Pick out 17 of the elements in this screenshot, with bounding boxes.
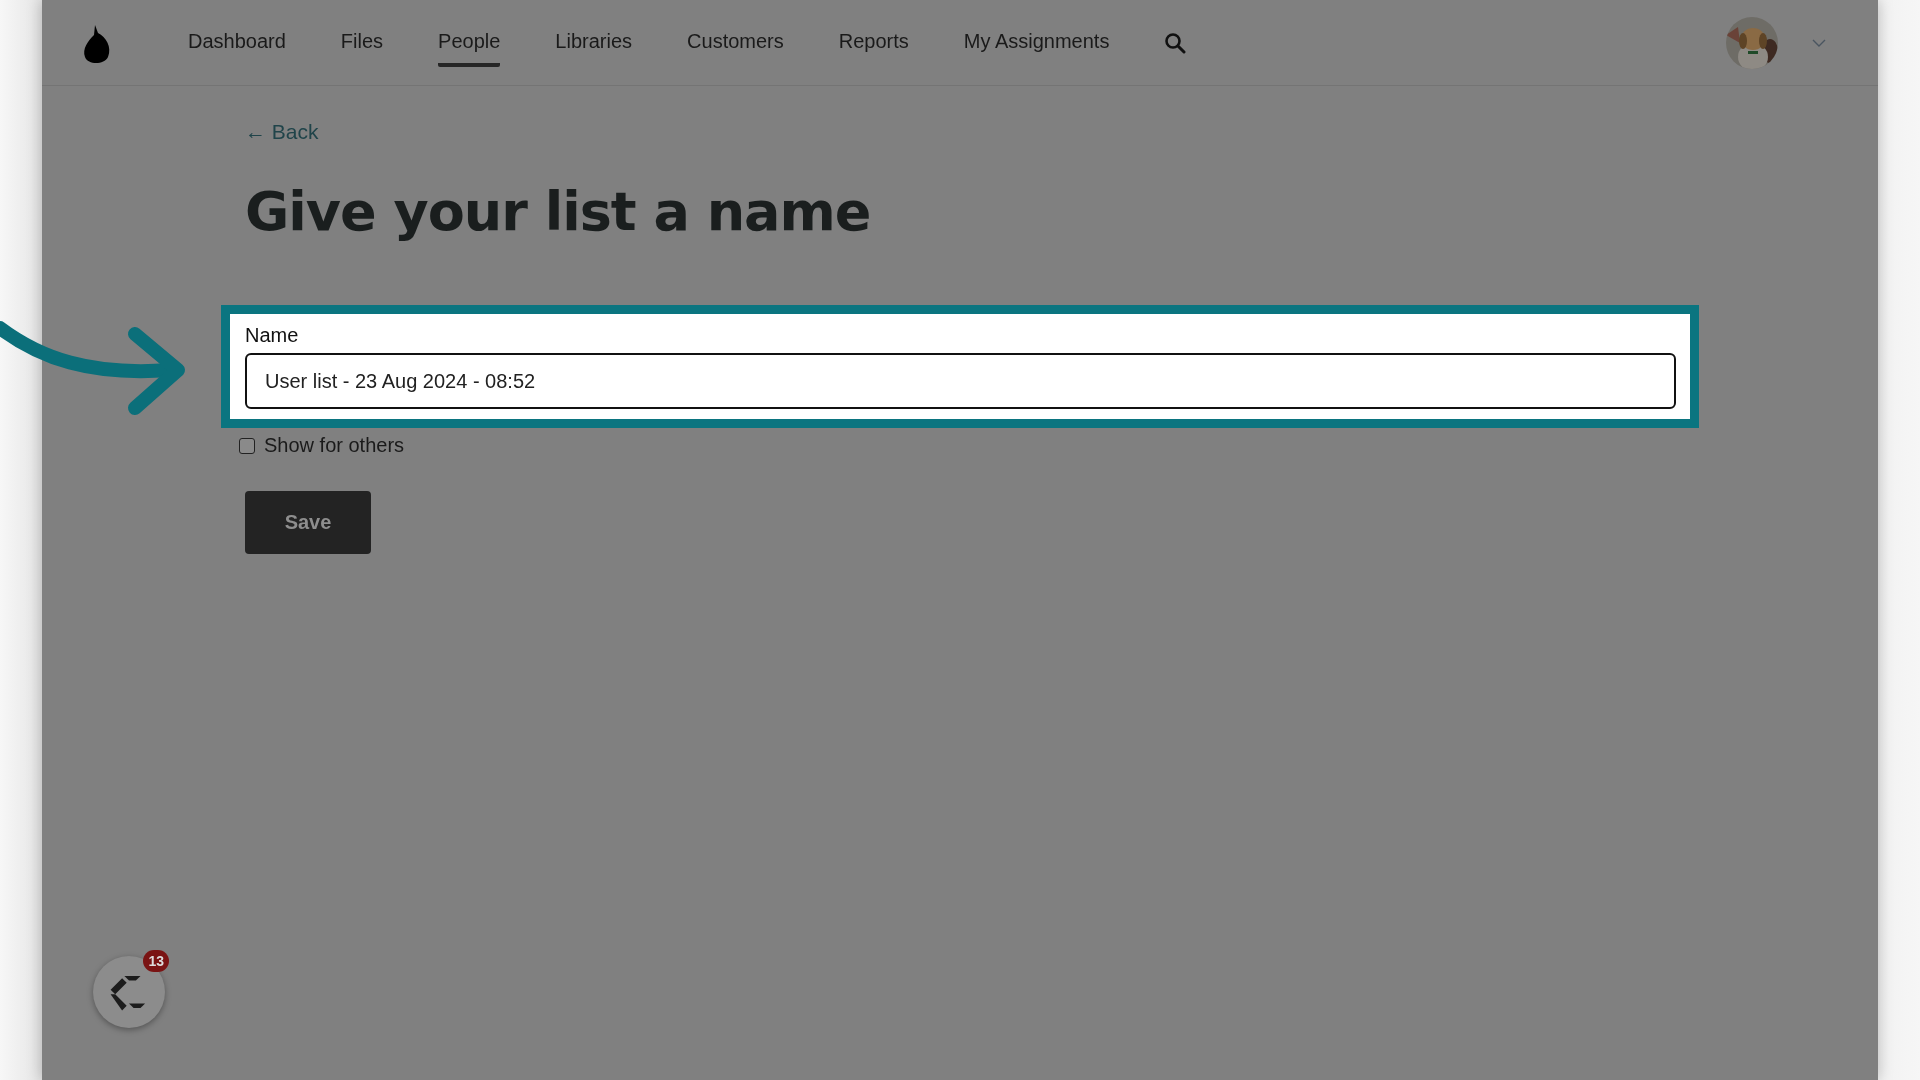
name-input-field[interactable]: User list - 23 Aug 2024 - 08:52 [245,353,1676,409]
chat-widget-button[interactable] [93,956,165,1028]
notification-badge: 13 [143,950,169,972]
nav-tab[interactable]: Libraries [555,18,633,67]
search-icon[interactable] [1164,31,1187,54]
nav-tab[interactable]: Reports [838,18,909,67]
nav-tab[interactable]: People [438,18,501,67]
nav-tab[interactable]: Files [340,18,384,67]
nav-tab[interactable]: Customers [687,18,784,67]
back-link[interactable]: ← Back [245,120,319,144]
checkbox-label: Show for others [264,434,405,457]
page-title: Give your list a name [245,180,871,243]
field-label: Name [245,324,300,347]
nav-tab[interactable]: My Assignments [963,18,1110,67]
checkbox[interactable] [239,437,255,454]
save-button[interactable]: Save [245,491,371,554]
nav-tab[interactable]: Dashboard [188,18,286,67]
